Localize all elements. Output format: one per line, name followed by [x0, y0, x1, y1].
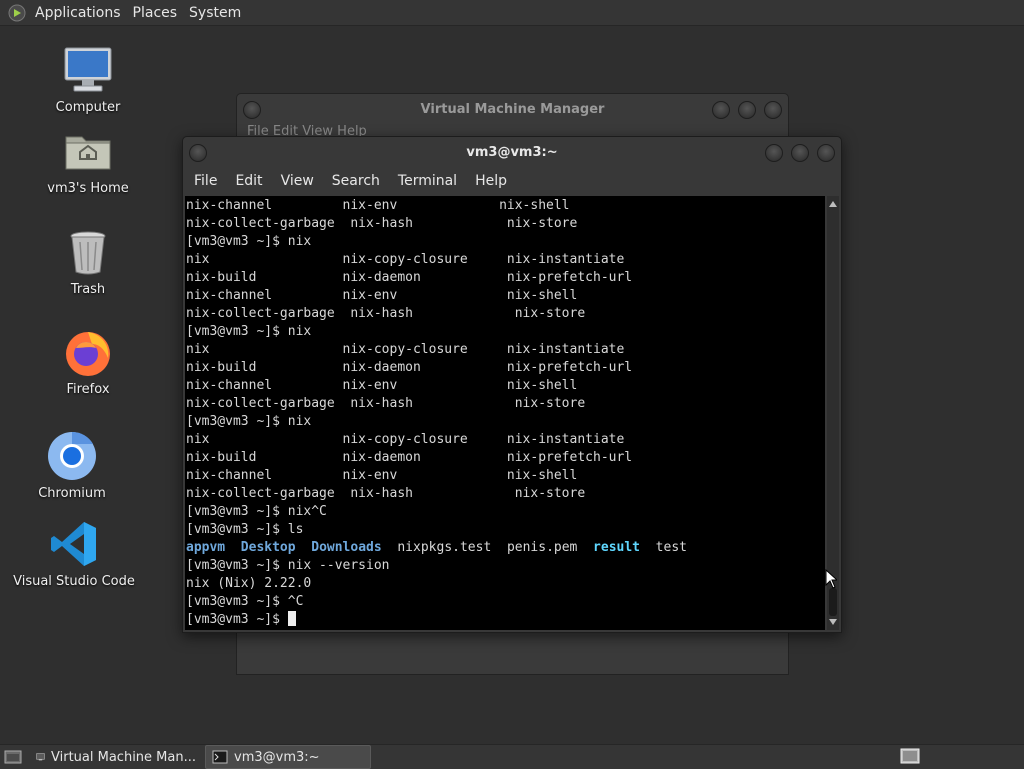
terminal-line: nix nix-copy-closure nix-instantiate [186, 252, 625, 267]
terminal-prompt: [vm3@vm3 ~]$ [186, 612, 288, 627]
desktop-icon-label: Firefox [66, 382, 110, 397]
desktop-icon-label: Computer [55, 100, 121, 115]
terminal-line: nix-channel nix-env nix-shell [186, 288, 578, 303]
terminal-line: [vm3@vm3 ~]$ ^C [186, 594, 304, 609]
minimize-button[interactable] [712, 101, 730, 119]
terminal-menubar: File Edit View Search Terminal Help [183, 167, 841, 195]
ls-link-entry: result [593, 540, 641, 555]
desktop-icon-home[interactable]: vm3's Home [23, 125, 153, 196]
bottom-panel: Virtual Machine Man... vm3@vm3:~ [0, 744, 1024, 769]
terminal-line: [vm3@vm3 ~]$ nix --version [186, 558, 390, 573]
taskbar-item-label: vm3@vm3:~ [234, 749, 320, 765]
vmm-titlebar[interactable]: Virtual Machine Manager [237, 94, 788, 124]
terminal-line: nix-build nix-daemon nix-prefetch-url [186, 450, 633, 465]
vscode-icon [51, 522, 96, 566]
terminal-line: [vm3@vm3 ~]$ ls [186, 522, 304, 537]
top-panel: Applications Places System [0, 0, 1024, 26]
desktop-icon-label: Trash [70, 282, 106, 297]
minimize-button[interactable] [765, 144, 783, 162]
terminal-app-icon [212, 750, 228, 764]
terminal-prompt-line[interactable]: [vm3@vm3 ~]$ [186, 611, 825, 629]
chromium-icon [48, 431, 96, 480]
menu-terminal[interactable]: Terminal [389, 173, 466, 189]
ls-dir-entry: Desktop [240, 540, 296, 555]
window-menu-button[interactable] [243, 101, 261, 119]
desktop-icon-trash[interactable]: Trash [23, 226, 153, 297]
menu-view[interactable]: View [272, 173, 323, 189]
terminal-line: nix-build nix-daemon nix-prefetch-url [186, 270, 633, 285]
menu-edit[interactable]: Edit [226, 173, 271, 189]
menu-file[interactable]: File [185, 173, 226, 189]
applications-menu[interactable]: Applications [31, 5, 129, 21]
menu-help[interactable]: Help [466, 173, 516, 189]
terminal-window[interactable]: vm3@vm3:~ File Edit View Search Terminal… [182, 136, 842, 633]
desktop-icon-label: Visual Studio Code [13, 574, 135, 589]
terminal-line: [vm3@vm3 ~]$ nix [186, 234, 312, 249]
desktop-icon-computer[interactable]: Computer [23, 44, 153, 115]
menu-search[interactable]: Search [323, 173, 389, 189]
close-button[interactable] [817, 144, 835, 162]
scroll-down-arrow-icon[interactable] [829, 619, 837, 625]
terminal-line: nix-collect-garbage nix-hash nix-store [186, 396, 586, 411]
places-menu[interactable]: Places [129, 5, 186, 21]
desktop-icon-vscode[interactable]: Visual Studio Code [9, 518, 139, 589]
terminal-title: vm3@vm3:~ [466, 144, 558, 160]
window-menu-button[interactable] [189, 144, 207, 162]
vmm-title: Virtual Machine Manager [420, 101, 605, 117]
ls-output-line: appvm Desktop Downloads nixpkgs.test pen… [186, 539, 825, 557]
show-desktop-icon[interactable] [4, 749, 22, 765]
terminal-titlebar[interactable]: vm3@vm3:~ [183, 137, 841, 167]
ls-file-entry: nixpkgs.test [397, 540, 492, 555]
terminal-line: nix-build nix-daemon nix-prefetch-url [186, 360, 633, 375]
mouse-pointer-icon [825, 569, 837, 589]
taskbar-item-label: Virtual Machine Man... [51, 749, 196, 765]
text-cursor [287, 611, 296, 626]
terminal-line: [vm3@vm3 ~]$ nix^C [186, 504, 327, 519]
terminal-line: nix-channel nix-env nix-shell [186, 378, 578, 393]
home-folder-icon [65, 136, 111, 170]
workspace-switcher-icon[interactable] [900, 748, 920, 764]
terminal-line: nix-collect-garbage nix-hash nix-store [186, 306, 586, 321]
ls-file-entry: penis.pem [506, 540, 578, 555]
ls-file-entry: test [655, 540, 687, 555]
computer-icon [64, 47, 112, 92]
ls-dir-entry: Downloads [311, 540, 382, 555]
terminal-line: nix-channel nix-env nix-shell [186, 468, 578, 483]
maximize-button[interactable] [738, 101, 756, 119]
desktop-icon-label: vm3's Home [47, 181, 129, 196]
terminal-line: [vm3@vm3 ~]$ nix [186, 414, 312, 429]
ls-dir-entry: appvm [186, 540, 226, 555]
trash-icon [70, 231, 106, 275]
terminal-line: nix (Nix) 2.22.0 [186, 576, 312, 591]
terminal-line: nix nix-copy-closure nix-instantiate [186, 432, 625, 447]
terminal-line: nix-collect-garbage nix-hash nix-store [186, 486, 586, 501]
vmm-app-icon [36, 753, 45, 761]
system-menu[interactable]: System [185, 5, 249, 21]
terminal-line: nix-channel nix-env nix-shell [186, 198, 570, 213]
terminal-line: nix-collect-garbage nix-hash nix-store [186, 216, 578, 231]
desktop-icon-firefox[interactable]: Firefox [23, 326, 153, 397]
terminal-scrollbar[interactable] [827, 196, 839, 630]
close-button[interactable] [764, 101, 782, 119]
applications-menu-icon[interactable] [8, 4, 26, 22]
maximize-button[interactable] [791, 144, 809, 162]
taskbar-item-terminal[interactable]: vm3@vm3:~ [205, 745, 371, 769]
scrollbar-thumb[interactable] [829, 588, 837, 616]
terminal-line: [vm3@vm3 ~]$ nix [186, 324, 312, 339]
terminal-line: nix nix-copy-closure nix-instantiate [186, 342, 625, 357]
terminal-output[interactable]: nix-channel nix-env nix-shell nix-collec… [185, 196, 825, 630]
desktop-icon-label: Chromium [38, 486, 106, 501]
desktop-icon-chromium[interactable]: Chromium [7, 430, 137, 501]
taskbar-item-vmm[interactable]: Virtual Machine Man... [30, 746, 202, 768]
scroll-up-arrow-icon[interactable] [829, 201, 837, 207]
terminal-lines: nix-channel nix-env nix-shell nix-collec… [185, 196, 825, 629]
firefox-icon [66, 332, 110, 376]
